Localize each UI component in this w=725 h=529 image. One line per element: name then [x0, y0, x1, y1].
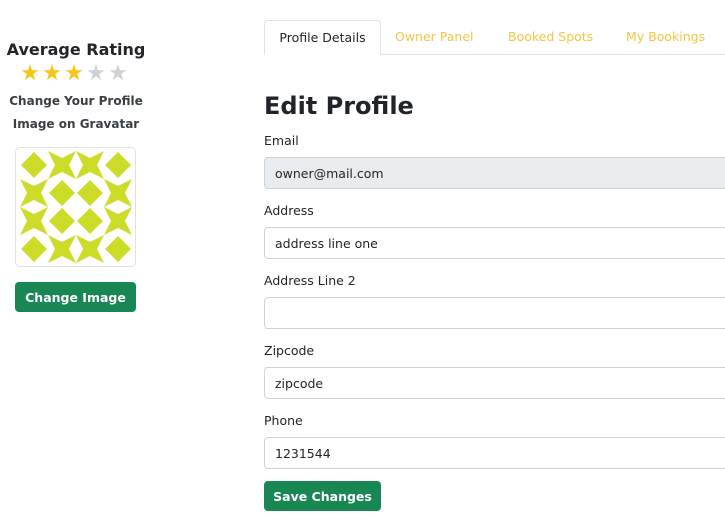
identicon-tile: [48, 151, 76, 179]
identicon-tile: [76, 151, 104, 179]
tab-my-bookings[interactable]: My Bookings: [626, 20, 705, 54]
identicon-tile: [49, 180, 75, 206]
identicon-tile: [49, 208, 75, 234]
tab-booked-spots[interactable]: Booked Spots: [508, 20, 593, 54]
tab-profile-details[interactable]: Profile Details: [264, 20, 381, 55]
zipcode-label: Zipcode: [264, 343, 315, 358]
average-rating-title: Average Rating: [6, 40, 146, 59]
identicon-tile: [104, 179, 132, 207]
identicon-tile: [20, 179, 48, 207]
profile-tabs: Profile Details Owner Panel Booked Spots…: [264, 20, 725, 55]
identicon-tile: [21, 152, 47, 178]
star-icon: ★: [42, 61, 62, 86]
rating-stars: ★ ★ ★ ★ ★: [19, 63, 129, 85]
address-line2-label: Address Line 2: [264, 273, 356, 288]
star-icon: ★: [20, 61, 40, 86]
identicon-tile: [21, 236, 47, 262]
identicon-tile: [77, 208, 103, 234]
save-changes-button[interactable]: Save Changes: [264, 481, 381, 511]
email-field[interactable]: [264, 157, 725, 189]
zipcode-field[interactable]: [264, 367, 725, 399]
phone-field[interactable]: [264, 437, 725, 469]
identicon-image: [20, 151, 132, 263]
gravatar-note-line1: Change Your Profile: [9, 94, 143, 108]
identicon-tile: [20, 207, 48, 235]
address-label: Address: [264, 203, 314, 218]
avatar: [15, 147, 136, 267]
page-title: Edit Profile: [264, 92, 414, 120]
identicon-tile: [76, 235, 104, 263]
star-empty-icon: ★: [108, 61, 128, 86]
tab-owner-panel[interactable]: Owner Panel: [395, 20, 474, 54]
phone-label: Phone: [264, 413, 303, 428]
gravatar-note-line2: Image on Gravatar: [12, 117, 140, 131]
identicon-tile: [77, 180, 103, 206]
identicon-tile: [48, 235, 76, 263]
star-icon: ★: [64, 61, 84, 86]
identicon-tile: [105, 236, 131, 262]
identicon-tile: [105, 152, 131, 178]
address-field[interactable]: [264, 227, 725, 259]
email-label: Email: [264, 133, 299, 148]
change-image-button[interactable]: Change Image: [15, 282, 136, 312]
address-line2-field[interactable]: [264, 297, 725, 329]
identicon-tile: [104, 207, 132, 235]
gravatar-note: Change Your Profile Image on Gravatar: [0, 90, 152, 136]
star-empty-icon: ★: [86, 61, 106, 86]
